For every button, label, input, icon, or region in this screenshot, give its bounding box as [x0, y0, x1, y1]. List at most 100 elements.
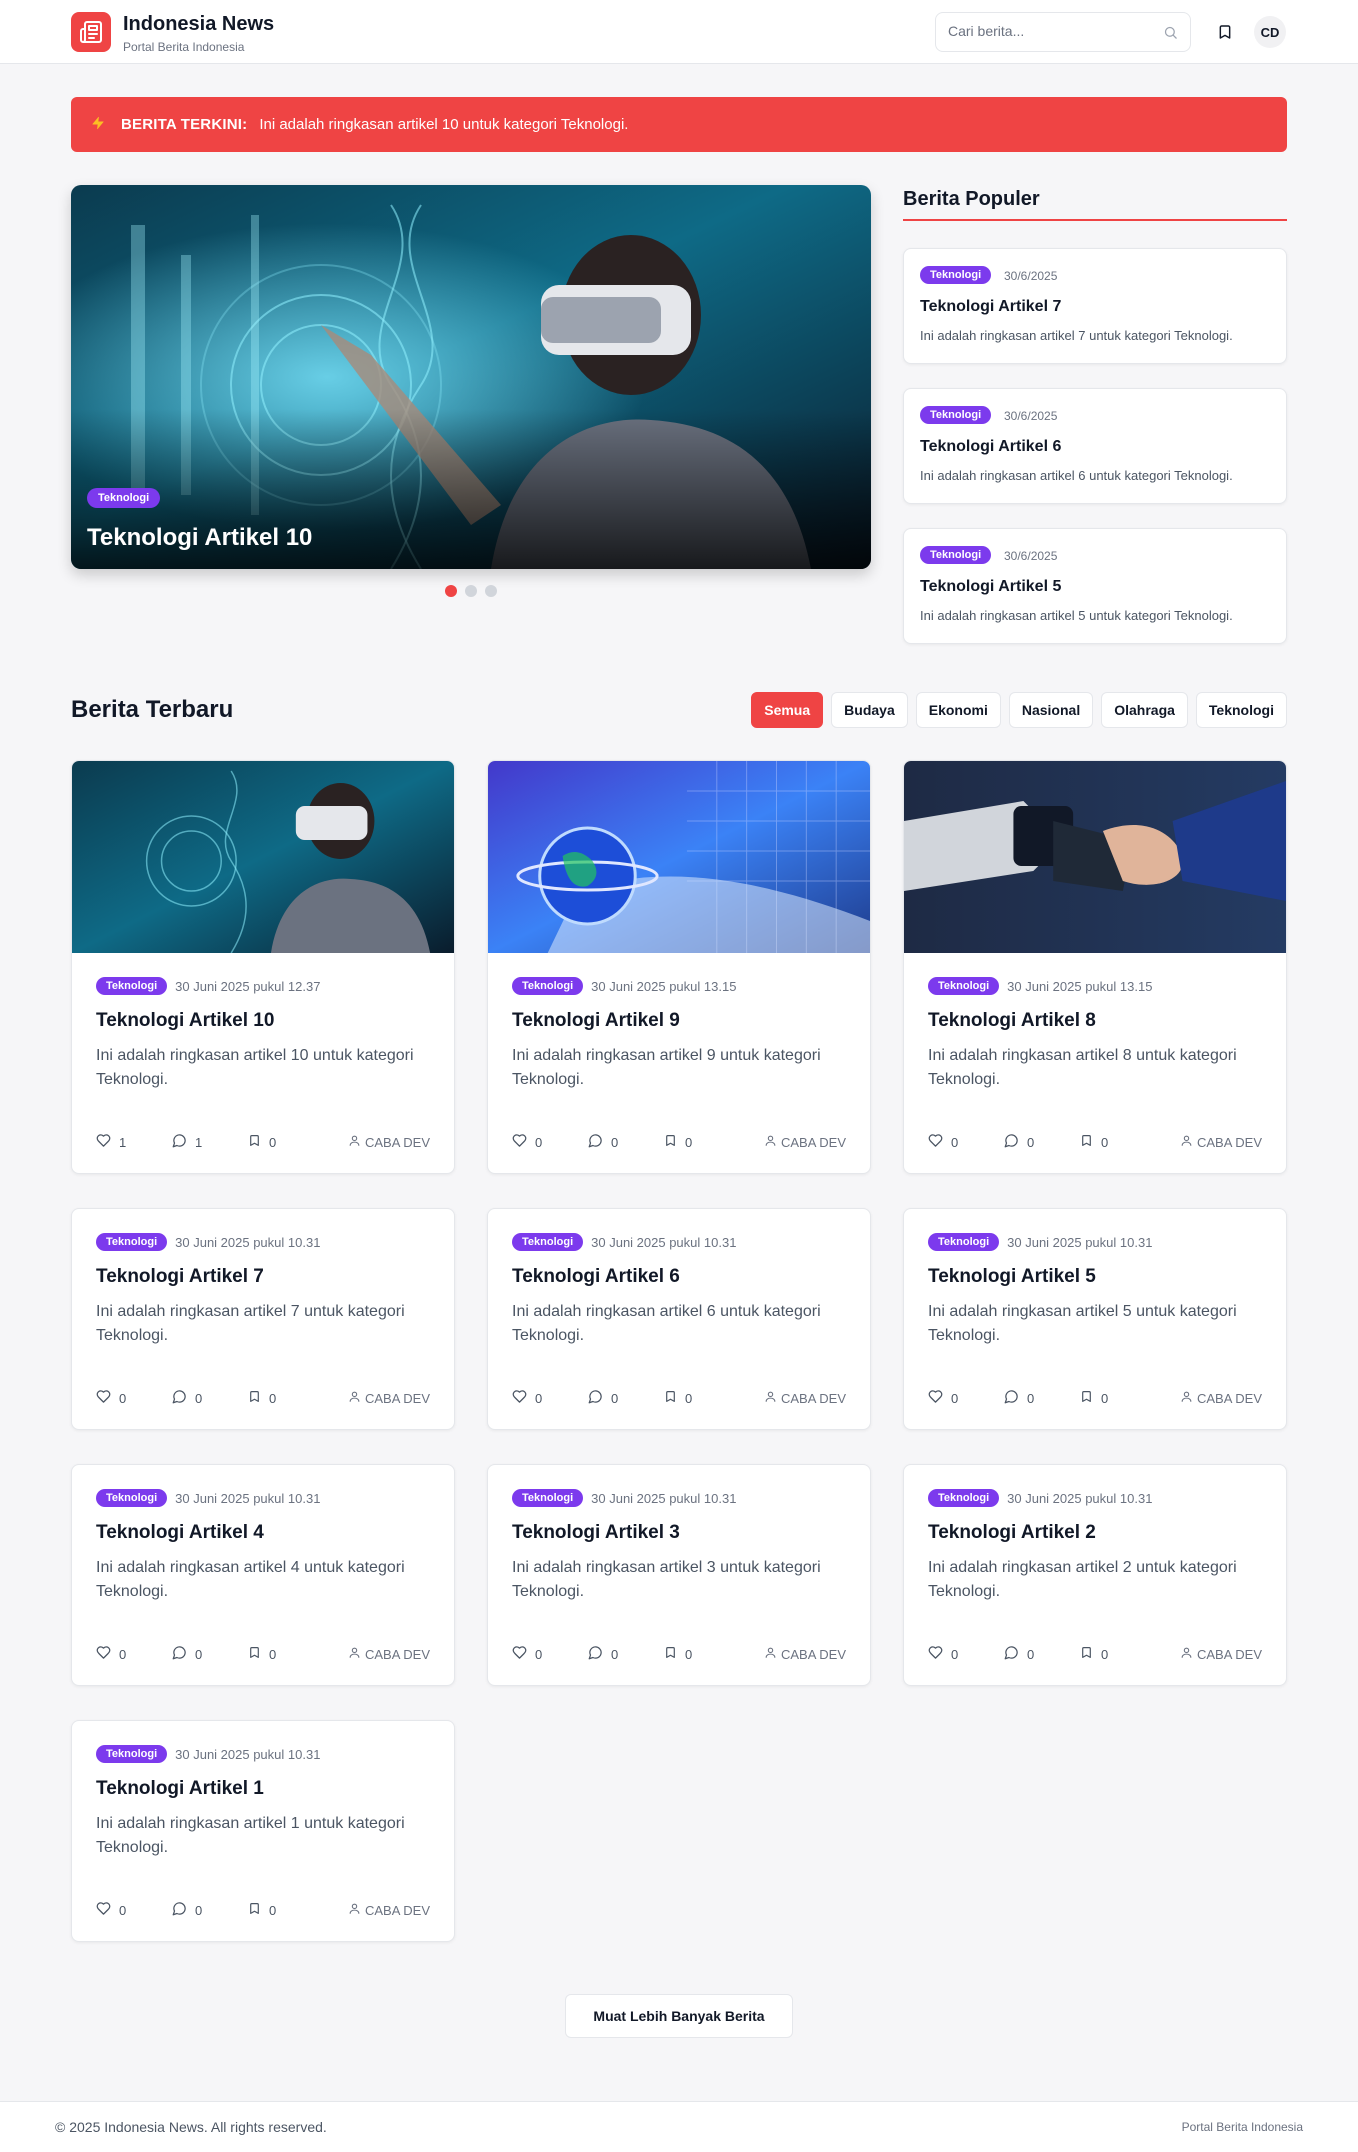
search-input[interactable] — [948, 23, 1148, 39]
article-card[interactable]: Teknologi 30 Juni 2025 pukul 12.37 Teknolo… — [71, 760, 455, 1174]
like-button[interactable]: 0 — [96, 1389, 172, 1407]
comment-button[interactable]: 0 — [588, 1133, 664, 1151]
comment-icon — [172, 1133, 187, 1151]
filter-ekonomi[interactable]: Ekonomi — [915, 692, 1001, 728]
filter-budaya[interactable]: Budaya — [831, 692, 908, 728]
like-button[interactable]: 0 — [512, 1133, 588, 1151]
load-more-button[interactable]: Muat Lebih Banyak Berita — [565, 1994, 793, 2038]
article-title[interactable]: Teknologi Artikel 10 — [96, 1010, 430, 1032]
category-badge[interactable]: Teknologi — [96, 1233, 168, 1251]
comment-button[interactable]: 0 — [1004, 1645, 1080, 1663]
like-button[interactable]: 0 — [928, 1133, 1004, 1151]
bookmark-button[interactable]: 0 — [248, 1133, 324, 1151]
user-avatar[interactable]: CD — [1254, 16, 1286, 48]
like-button[interactable]: 0 — [928, 1389, 1004, 1407]
search-icon[interactable] — [1163, 25, 1178, 45]
category-badge[interactable]: Teknologi — [512, 977, 584, 995]
filter-semua[interactable]: Semua — [751, 692, 824, 728]
user-icon — [348, 1134, 361, 1150]
category-badge[interactable]: Teknologi — [920, 406, 992, 424]
hero-title[interactable]: Teknologi Artikel 10 — [87, 524, 312, 552]
article-card[interactable]: Teknologi 30 Juni 2025 pukul 10.31 Teknolo… — [487, 1208, 871, 1430]
popular-title[interactable]: Teknologi Artikel 5 — [920, 578, 1061, 596]
popular-item[interactable]: Teknologi 30/6/2025 Teknologi Artikel 7 … — [903, 248, 1287, 364]
article-title[interactable]: Teknologi Artikel 6 — [512, 1266, 846, 1288]
like-button[interactable]: 0 — [96, 1645, 172, 1663]
category-badge[interactable]: Teknologi — [920, 266, 992, 284]
popular-title[interactable]: Teknologi Artikel 6 — [920, 438, 1061, 456]
article-card[interactable]: Teknologi 30 Juni 2025 pukul 10.31 Teknolo… — [71, 1208, 455, 1430]
breaking-text[interactable]: Ini adalah ringkasan artikel 10 untuk ka… — [259, 116, 628, 133]
category-badge[interactable]: Teknologi — [928, 977, 1000, 995]
like-button[interactable]: 0 — [96, 1901, 172, 1919]
article-card[interactable]: Teknologi 30 Juni 2025 pukul 10.31 Teknolo… — [903, 1208, 1287, 1430]
breaking-news-bar[interactable]: BERITA TERKINI: Ini adalah ringkasan art… — [71, 97, 1287, 152]
comment-button[interactable]: 0 — [588, 1645, 664, 1663]
article-card[interactable]: Teknologi 30 Juni 2025 pukul 10.31 Teknolo… — [71, 1720, 455, 1942]
like-button[interactable]: 1 — [96, 1133, 172, 1151]
category-badge[interactable]: Teknologi — [96, 1745, 168, 1763]
bookmark-button[interactable]: 0 — [664, 1133, 740, 1151]
comment-button[interactable]: 0 — [172, 1389, 248, 1407]
article-title[interactable]: Teknologi Artikel 3 — [512, 1522, 846, 1544]
hero-category-badge[interactable]: Teknologi — [87, 488, 161, 508]
article-title[interactable]: Teknologi Artikel 4 — [96, 1522, 430, 1544]
category-badge[interactable]: Teknologi — [512, 1489, 584, 1507]
bookmark-button[interactable]: 0 — [1080, 1389, 1156, 1407]
like-button[interactable]: 0 — [512, 1645, 588, 1663]
article-title[interactable]: Teknologi Artikel 2 — [928, 1522, 1262, 1544]
bookmark-button[interactable]: 0 — [664, 1645, 740, 1663]
category-badge[interactable]: Teknologi — [96, 1489, 168, 1507]
like-button[interactable]: 0 — [512, 1389, 588, 1407]
newspaper-icon[interactable] — [71, 12, 111, 52]
bookmark-button[interactable]: 0 — [248, 1389, 324, 1407]
article-card[interactable]: Teknologi 30 Juni 2025 pukul 13.15 Teknolo… — [487, 760, 871, 1174]
like-button[interactable]: 0 — [928, 1645, 1004, 1663]
article-title[interactable]: Teknologi Artikel 9 — [512, 1010, 846, 1032]
filter-nasional[interactable]: Nasional — [1008, 692, 1094, 728]
bookmark-button[interactable]: 0 — [248, 1901, 324, 1919]
comment-button[interactable]: 0 — [172, 1901, 248, 1919]
brand-name[interactable]: Indonesia News — [123, 13, 274, 36]
article-card[interactable]: Teknologi 30 Juni 2025 pukul 10.31 Teknolo… — [903, 1464, 1287, 1686]
comment-button[interactable]: 0 — [172, 1645, 248, 1663]
comment-button[interactable]: 0 — [1004, 1389, 1080, 1407]
carousel-dot[interactable] — [485, 585, 497, 597]
heart-icon — [96, 1901, 111, 1919]
bookmark-icon — [664, 1645, 677, 1663]
article-date: 30 Juni 2025 pukul 12.37 — [175, 978, 321, 994]
category-badge[interactable]: Teknologi — [928, 1233, 1000, 1251]
category-badge[interactable]: Teknologi — [928, 1489, 1000, 1507]
category-badge[interactable]: Teknologi — [96, 977, 168, 995]
article-card[interactable]: Teknologi 30 Juni 2025 pukul 10.31 Teknolo… — [487, 1464, 871, 1686]
hero-slide[interactable]: Teknologi Teknologi Artikel 10 — [71, 185, 871, 569]
filter-olahraga[interactable]: Olahraga — [1101, 692, 1188, 728]
article-title[interactable]: Teknologi Artikel 7 — [96, 1266, 430, 1288]
bookmark-button[interactable]: 0 — [248, 1645, 324, 1663]
bookmark-button[interactable]: 0 — [1080, 1133, 1156, 1151]
popular-title[interactable]: Teknologi Artikel 7 — [920, 298, 1061, 316]
bookmark-icon — [248, 1645, 261, 1663]
bookmark-button[interactable]: 0 — [664, 1389, 740, 1407]
popular-item[interactable]: Teknologi 30/6/2025 Teknologi Artikel 6 … — [903, 388, 1287, 504]
article-card[interactable]: Teknologi 30 Juni 2025 pukul 13.15 Teknolo… — [903, 760, 1287, 1174]
bookmark-button[interactable]: 0 — [1080, 1645, 1156, 1663]
category-badge[interactable]: Teknologi — [920, 546, 992, 564]
comment-button[interactable]: 1 — [172, 1133, 248, 1151]
article-card[interactable]: Teknologi 30 Juni 2025 pukul 10.31 Teknolo… — [71, 1464, 455, 1686]
article-title[interactable]: Teknologi Artikel 1 — [96, 1778, 430, 1800]
search-box[interactable] — [935, 12, 1191, 52]
comment-button[interactable]: 0 — [588, 1389, 664, 1407]
category-badge[interactable]: Teknologi — [512, 1233, 584, 1251]
bookmark-icon[interactable] — [1213, 20, 1237, 44]
carousel-dot[interactable] — [465, 585, 477, 597]
filter-teknologi[interactable]: Teknologi — [1195, 692, 1287, 728]
article-image[interactable] — [904, 761, 1286, 953]
carousel-dot[interactable] — [445, 585, 457, 597]
article-image[interactable] — [72, 761, 454, 953]
article-title[interactable]: Teknologi Artikel 5 — [928, 1266, 1262, 1288]
popular-item[interactable]: Teknologi 30/6/2025 Teknologi Artikel 5 … — [903, 528, 1287, 644]
comment-button[interactable]: 0 — [1004, 1133, 1080, 1151]
article-image[interactable] — [488, 761, 870, 953]
article-title[interactable]: Teknologi Artikel 8 — [928, 1010, 1262, 1032]
